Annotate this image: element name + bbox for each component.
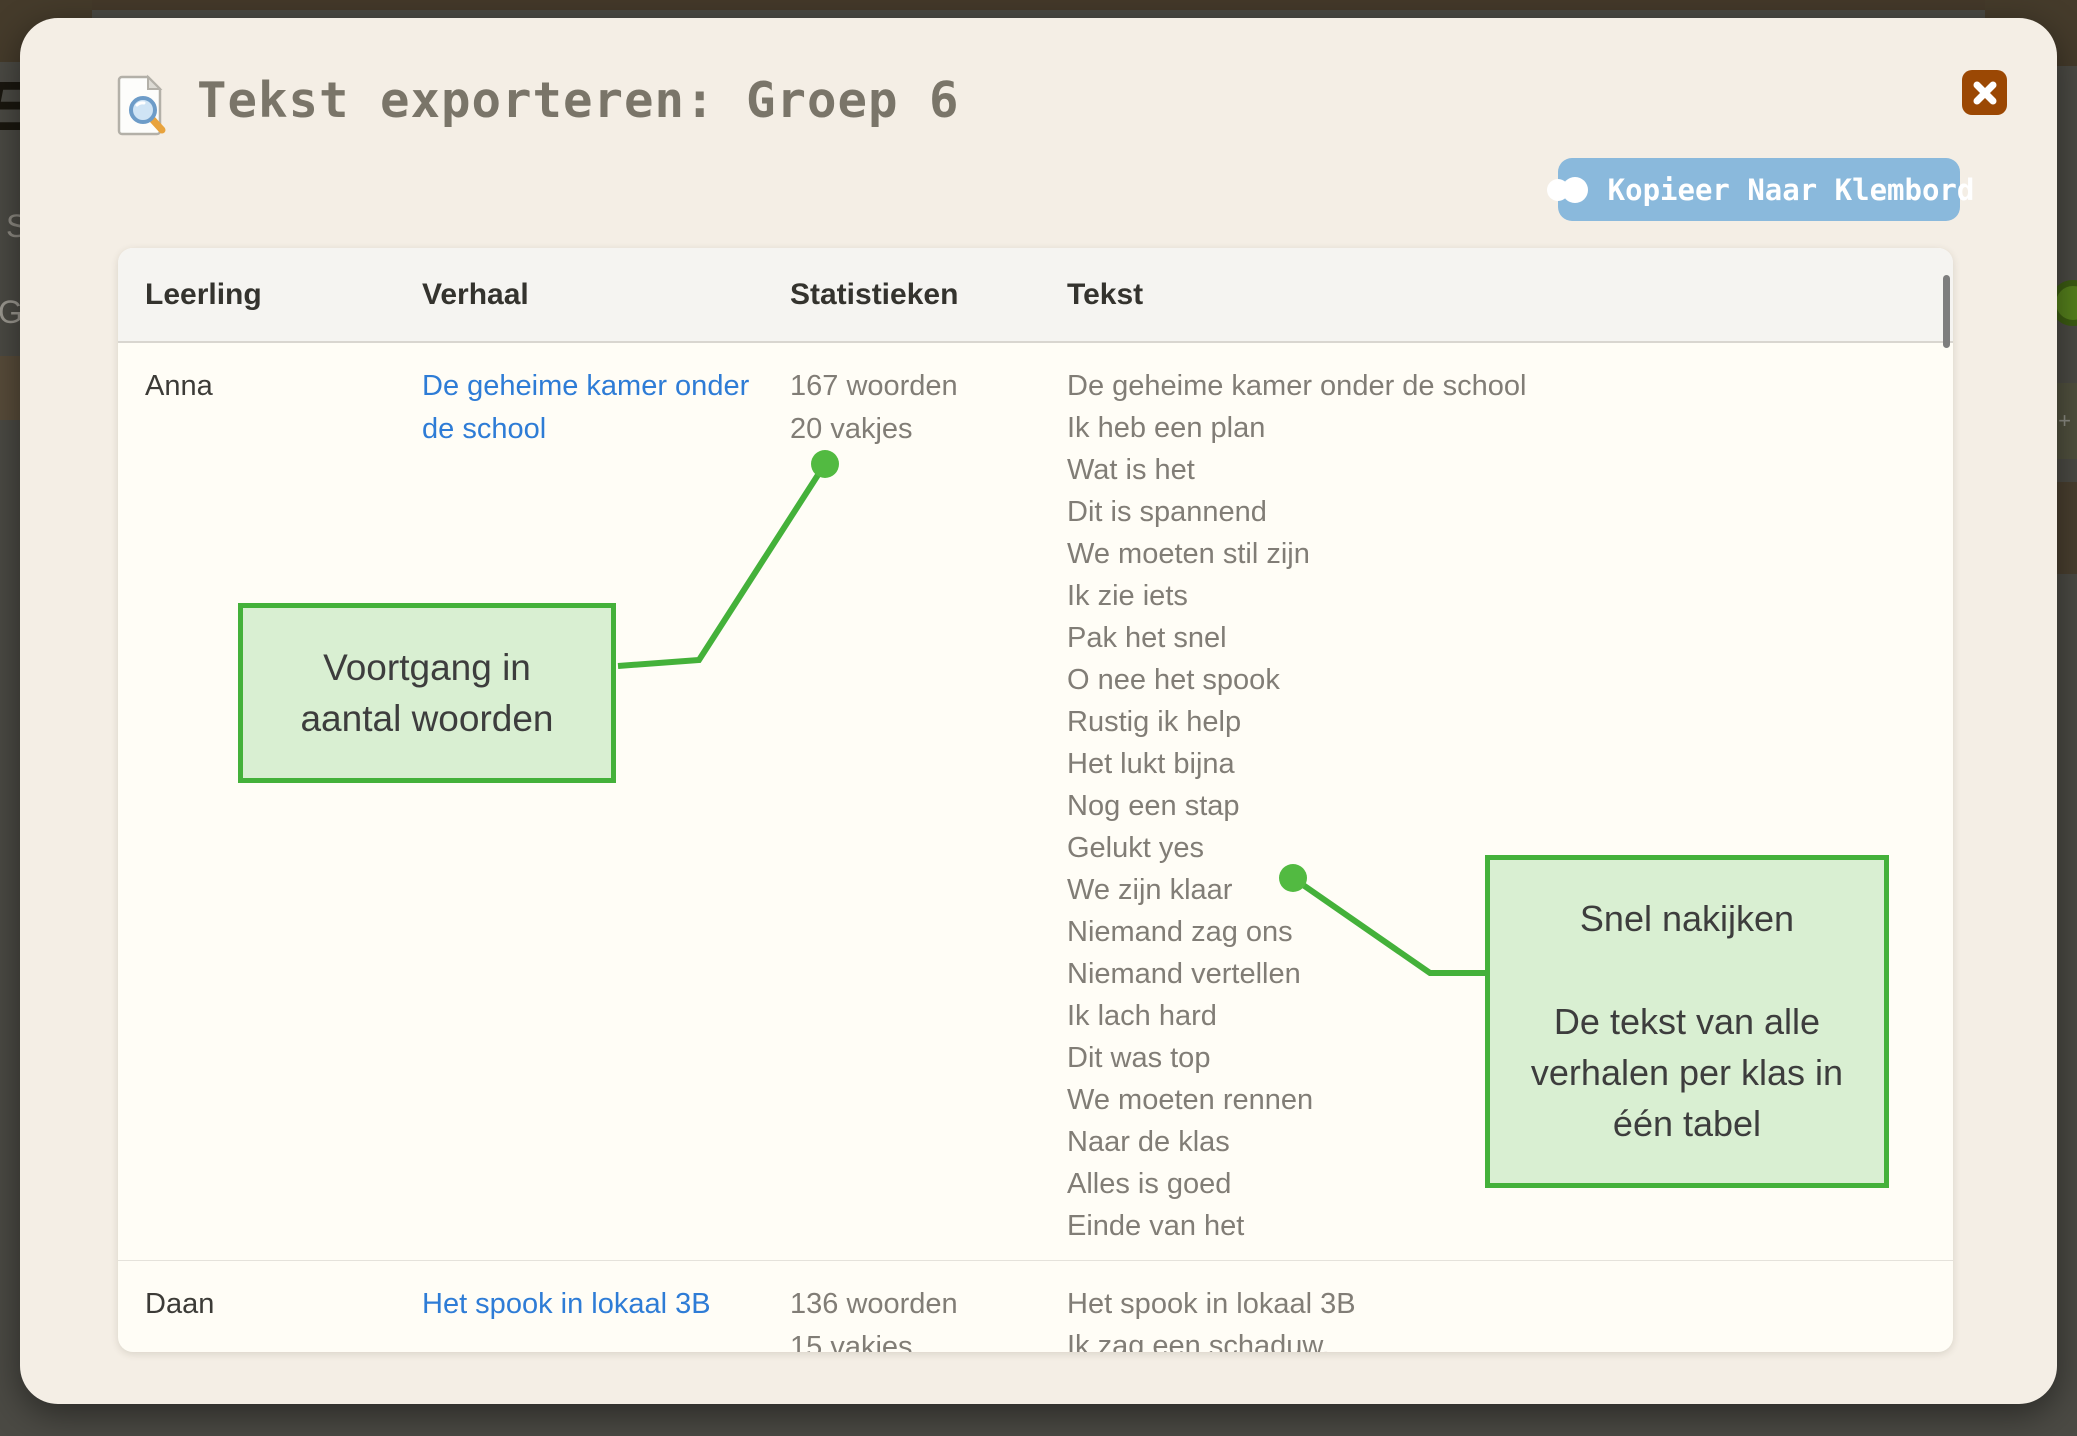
text-line: Het lukt bijna [1067, 743, 1953, 785]
copy-to-clipboard-button[interactable]: Kopieer Naar Klembord [1558, 158, 1960, 221]
annotation-title: Snel nakijken [1490, 898, 1884, 940]
dialog-title: Tekst exporteren: Groep 6 [197, 72, 960, 129]
annotation-body: De tekst van alle verhalen per klas in é… [1490, 996, 1884, 1149]
text-line: Ik zag een schaduw. [1067, 1325, 1953, 1352]
text-line: Het spook in lokaal 3B [1067, 1283, 1953, 1325]
annotation-quick-review: Snel nakijken De tekst van alle verhalen… [1485, 855, 1889, 1188]
backdrop-top-strip [0, 0, 2077, 10]
text-line: Einde van het [1067, 1205, 1953, 1247]
student-name: Daan [145, 1283, 422, 1352]
text-line: Nog een stap [1067, 785, 1953, 827]
backdrop-band-brown [2054, 482, 2077, 574]
column-header-statistieken: Statistieken [790, 278, 1067, 312]
text-line: Wat is het [1067, 449, 1953, 491]
text-line: 167 woorden [790, 365, 1067, 408]
annotation-text: Voortgang in aantal woorden [269, 642, 585, 744]
text-line: 15 vakjes [790, 1326, 1067, 1352]
table-row: Daan Het spook in lokaal 3B 136 woorden1… [118, 1260, 1953, 1352]
annotation-progress-words: Voortgang in aantal woorden [238, 603, 616, 783]
copy-icon [1544, 175, 1592, 205]
text-line: Ik heb een plan [1067, 407, 1953, 449]
text-line: Rustig ik help [1067, 701, 1953, 743]
column-header-leerling: Leerling [145, 278, 422, 312]
table-header-row: Leerling Verhaal Statistieken Tekst [118, 248, 1953, 343]
story-stats: 167 woorden20 vakjes [790, 365, 1067, 1247]
text-line: De geheime kamer onder de school [1067, 365, 1953, 407]
close-x-icon [1972, 80, 1998, 106]
column-header-verhaal: Verhaal [422, 278, 790, 312]
text-line: Pak het snel [1067, 617, 1953, 659]
column-header-tekst: Tekst [1067, 278, 1953, 312]
story-link[interactable]: Het spook in lokaal 3B [422, 1283, 790, 1352]
close-button[interactable] [1962, 70, 2007, 115]
text-line: Ik zie iets [1067, 575, 1953, 617]
document-search-icon [116, 74, 168, 141]
text-line: O nee het spook [1067, 659, 1953, 701]
copy-button-label: Kopieer Naar Klembord [1608, 173, 1975, 207]
student-name: Anna [145, 365, 422, 1247]
text-line: 20 vakjes [790, 408, 1067, 451]
table-scrollbar-thumb[interactable] [1943, 275, 1950, 348]
story-text: Het spook in lokaal 3BIk zag een schaduw… [1067, 1283, 1953, 1352]
text-line: Dit is spannend [1067, 491, 1953, 533]
text-line: We moeten stil zijn [1067, 533, 1953, 575]
story-stats: 136 woorden15 vakjes [790, 1283, 1067, 1352]
story-link[interactable]: De geheime kamer onder de school [422, 365, 790, 1247]
text-line: 136 woorden [790, 1283, 1067, 1326]
